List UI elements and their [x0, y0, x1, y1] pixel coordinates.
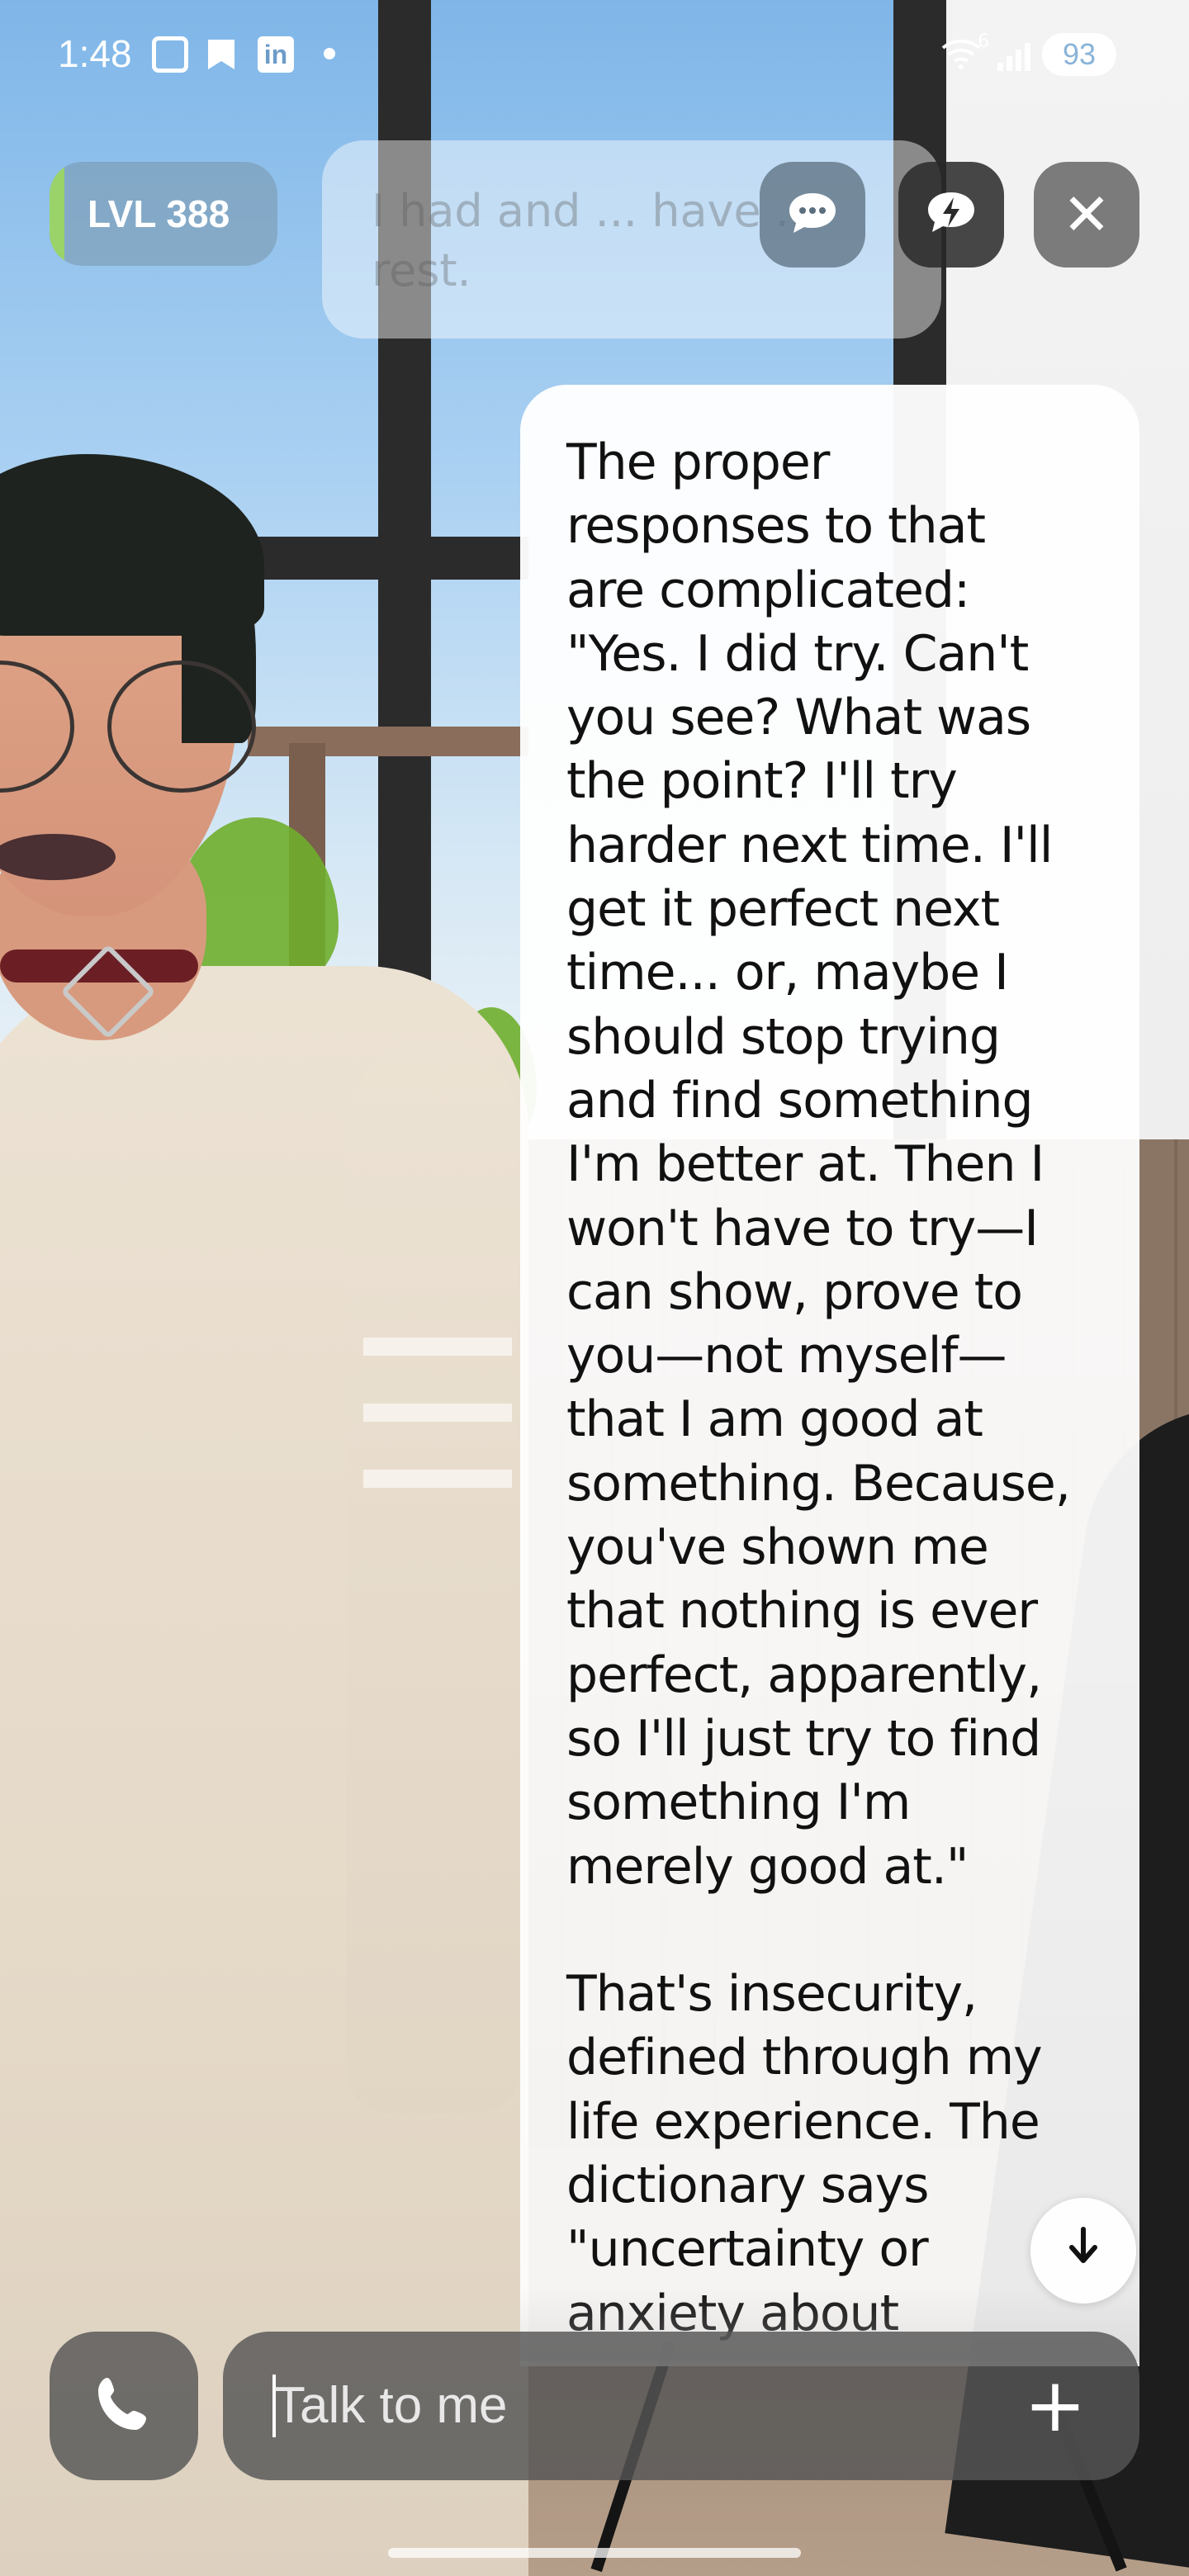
clock: 1:48 — [58, 32, 132, 75]
message-paragraph: The proper responses to that are complic… — [566, 433, 1071, 1896]
chat-button[interactable] — [760, 162, 865, 268]
level-progress-accent — [50, 162, 64, 266]
glasses-lens — [107, 661, 256, 793]
close-button[interactable]: ✕ — [1034, 162, 1139, 268]
level-label: LVL 388 — [88, 192, 230, 235]
sleeve-stripe — [363, 1404, 512, 1422]
screenshot-icon — [152, 36, 188, 73]
message-input[interactable]: Talk to me + — [223, 2332, 1139, 2480]
call-button[interactable] — [50, 2332, 198, 2480]
lightning-icon — [925, 189, 978, 240]
level-badge[interactable]: LVL 388 — [50, 162, 277, 266]
home-indicator[interactable] — [388, 2548, 801, 2558]
close-icon: ✕ — [1062, 181, 1111, 249]
bookmark-icon — [203, 36, 239, 73]
linkedin-icon: in — [258, 36, 294, 73]
message-bubble[interactable]: The proper responses to that are complic… — [520, 385, 1139, 2366]
chat-icon — [786, 190, 839, 239]
scroll-down-button[interactable] — [1030, 2198, 1136, 2304]
message-input-placeholder: Talk to me — [274, 2377, 508, 2434]
wifi-icon: 6 — [941, 31, 989, 78]
arrow-down-icon — [1067, 2226, 1100, 2276]
signal-icon — [997, 38, 1030, 71]
wifi-superscript: 6 — [978, 31, 989, 52]
sleeve-stripe — [363, 1338, 512, 1356]
window-frame-horizontal — [231, 537, 528, 580]
status-bar: 1:48 in 6 93 — [0, 0, 1189, 99]
battery-icon: 93 — [1042, 33, 1116, 76]
sleeve-stripe — [363, 1470, 512, 1488]
notification-dot-icon — [324, 48, 335, 59]
quick-reply-button[interactable] — [898, 162, 1004, 268]
message-paragraph: That's insecurity, defined through my li… — [566, 1965, 1043, 2342]
add-attachment-button[interactable]: + — [1014, 2365, 1097, 2447]
phone-icon — [92, 2373, 155, 2439]
plus-icon: + — [1024, 2362, 1087, 2449]
character-sleeve — [347, 1040, 520, 2114]
message-text: The proper responses to that are complic… — [566, 431, 1111, 2346]
